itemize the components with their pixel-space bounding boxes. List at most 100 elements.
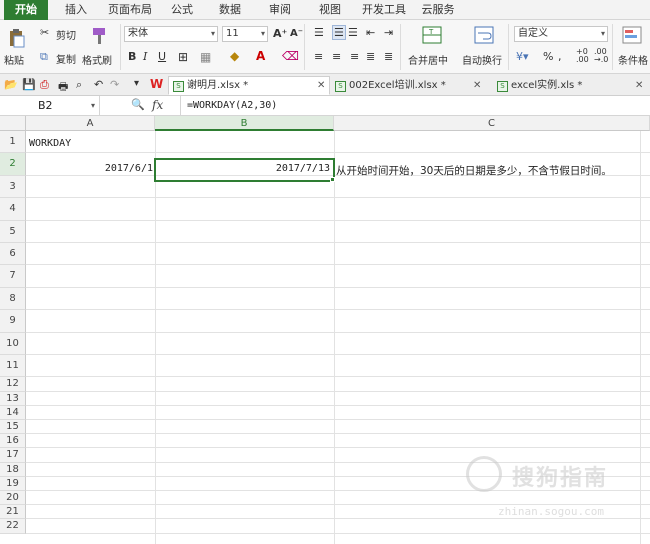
- align-center-icon[interactable]: ≡: [332, 50, 341, 63]
- column-header-b[interactable]: B: [155, 116, 334, 131]
- row-header[interactable]: 2: [0, 153, 26, 176]
- row-header[interactable]: 13: [0, 391, 26, 406]
- doc-tab-active[interactable]: S 谢明月.xlsx * ✕: [168, 76, 330, 95]
- cell-style-icon[interactable]: ▦: [200, 50, 211, 64]
- print-icon[interactable]: 🖶: [58, 78, 68, 97]
- undo-icon[interactable]: ↶: [94, 78, 103, 91]
- distribute-icon[interactable]: ≣: [384, 50, 393, 63]
- row-header[interactable]: 14: [0, 405, 26, 420]
- name-box[interactable]: B2 ▾: [0, 96, 100, 115]
- row-header[interactable]: 21: [0, 505, 26, 520]
- decrease-font-icon[interactable]: A⁻: [290, 28, 303, 39]
- format-painter-button[interactable]: 格式刷: [82, 24, 116, 70]
- cell-c2[interactable]: 从开始时间开始，30天后的日期是多少，不含节假日时间。: [336, 163, 612, 178]
- formula-input[interactable]: =WORKDAY(A2,30): [180, 96, 650, 115]
- row-header[interactable]: 19: [0, 476, 26, 491]
- align-right-icon[interactable]: ≡: [350, 50, 359, 63]
- font-name-select[interactable]: 宋体 ▾: [124, 26, 218, 42]
- chevron-down-icon[interactable]: ▾: [134, 78, 139, 89]
- font-color-icon[interactable]: A: [256, 49, 265, 63]
- align-top-icon[interactable]: ☰: [314, 26, 324, 39]
- tab-formulas[interactable]: 公式: [164, 0, 200, 20]
- column-header-a[interactable]: A: [26, 116, 155, 131]
- row-header[interactable]: 15: [0, 420, 26, 435]
- row-header[interactable]: 3: [0, 175, 26, 199]
- tab-developer[interactable]: 开发工具: [358, 0, 410, 20]
- align-bottom-icon[interactable]: ☰: [348, 26, 358, 39]
- bold-button[interactable]: B: [128, 50, 136, 63]
- redo-icon[interactable]: ↷: [110, 78, 119, 91]
- row-header[interactable]: 9: [0, 310, 26, 333]
- paste-button[interactable]: 粘贴: [4, 24, 32, 70]
- increase-font-icon[interactable]: A⁺: [273, 27, 287, 40]
- cut-button[interactable]: ✂ 剪切: [40, 26, 80, 42]
- border-icon[interactable]: ⊞: [178, 50, 188, 64]
- number-format-select[interactable]: 自定义 ▾: [514, 26, 608, 42]
- tab-page-layout[interactable]: 页面布局: [104, 0, 156, 20]
- close-icon[interactable]: ✕: [317, 77, 325, 95]
- pdf-icon[interactable]: ⎙: [40, 78, 49, 92]
- tab-data[interactable]: 数据: [212, 0, 248, 20]
- fill-handle[interactable]: [330, 177, 335, 182]
- font-size-select[interactable]: 11 ▾: [222, 26, 268, 42]
- doc-tab-label: 002Excel培训.xlsx *: [349, 80, 446, 91]
- indent-decrease-icon[interactable]: ⇤: [366, 26, 375, 39]
- row-header[interactable]: 17: [0, 448, 26, 463]
- cell-a1[interactable]: WORKDAY: [29, 138, 71, 149]
- scissors-icon: ✂: [40, 26, 50, 39]
- percent-button[interactable]: %: [543, 50, 553, 63]
- preview-icon[interactable]: ⌕: [76, 78, 82, 92]
- row-header[interactable]: 11: [0, 355, 26, 378]
- fill-color-icon[interactable]: ◆: [230, 49, 239, 63]
- justify-icon[interactable]: ≣: [366, 50, 375, 63]
- watermark-text: 搜狗指南: [512, 466, 609, 491]
- italic-button[interactable]: I: [143, 50, 147, 63]
- row-header[interactable]: 20: [0, 491, 26, 506]
- select-all-corner[interactable]: [0, 116, 26, 131]
- copy-button[interactable]: ⧉ 复制: [40, 50, 80, 66]
- row-header[interactable]: 6: [0, 243, 26, 266]
- column-header-c[interactable]: C: [334, 116, 650, 131]
- row-header[interactable]: 10: [0, 332, 26, 355]
- row-header[interactable]: 4: [0, 198, 26, 221]
- cell-a2[interactable]: 2017/6/1: [26, 163, 153, 174]
- row-header[interactable]: 22: [0, 519, 26, 534]
- tab-home[interactable]: 开始: [4, 0, 48, 20]
- align-middle-icon[interactable]: ☰: [332, 25, 346, 40]
- close-icon[interactable]: ✕: [473, 77, 481, 95]
- zoom-icon[interactable]: 🔍: [131, 98, 145, 111]
- increase-decimal-icon[interactable]: +0.00: [576, 48, 589, 64]
- spreadsheet-grid[interactable]: A B C 1 2 3 4 5 6 7 8 9 10 11 12 13 14 15 16 17 18 19 20 21 2…: [0, 116, 650, 544]
- clear-format-icon[interactable]: ⌫: [282, 49, 299, 63]
- doc-tab[interactable]: S 002Excel培训.xlsx * ✕: [330, 76, 486, 95]
- column-gridline: [334, 131, 335, 544]
- auto-wrap-button[interactable]: 自动换行: [460, 24, 506, 70]
- conditional-format-button[interactable]: 条件格: [616, 24, 650, 70]
- doc-tab[interactable]: S excel实例.xls * ✕: [492, 76, 648, 95]
- formula-bar: B2 ▾ 🔍 fx =WORKDAY(A2,30): [0, 96, 650, 116]
- row-gridline: [26, 221, 650, 243]
- close-icon[interactable]: ✕: [635, 77, 643, 95]
- open-icon[interactable]: 📂: [4, 78, 18, 91]
- tab-review[interactable]: 审阅: [262, 0, 298, 20]
- save-icon[interactable]: 💾: [22, 78, 36, 91]
- comma-icon[interactable]: ,: [558, 50, 562, 63]
- fx-button[interactable]: fx: [152, 98, 163, 112]
- tab-cloud[interactable]: 云服务: [416, 0, 460, 20]
- merge-center-button[interactable]: T 合并居中: [406, 24, 458, 70]
- row-header[interactable]: 1: [0, 131, 26, 154]
- row-header[interactable]: 16: [0, 434, 26, 449]
- decrease-decimal-icon[interactable]: .00 →.0: [594, 48, 608, 64]
- tab-insert[interactable]: 插入: [56, 0, 96, 20]
- underline-button[interactable]: U: [158, 50, 166, 63]
- tab-view[interactable]: 视图: [312, 0, 348, 20]
- row-header[interactable]: 18: [0, 462, 26, 477]
- indent-increase-icon[interactable]: ⇥: [384, 26, 393, 39]
- row-header[interactable]: 12: [0, 377, 26, 392]
- align-left-icon[interactable]: ≡: [314, 50, 323, 63]
- row-header[interactable]: 8: [0, 287, 26, 311]
- currency-icon[interactable]: ¥▾: [516, 50, 529, 63]
- row-header[interactable]: 5: [0, 220, 26, 243]
- wps-logo-icon[interactable]: W: [150, 77, 163, 91]
- row-header[interactable]: 7: [0, 265, 26, 288]
